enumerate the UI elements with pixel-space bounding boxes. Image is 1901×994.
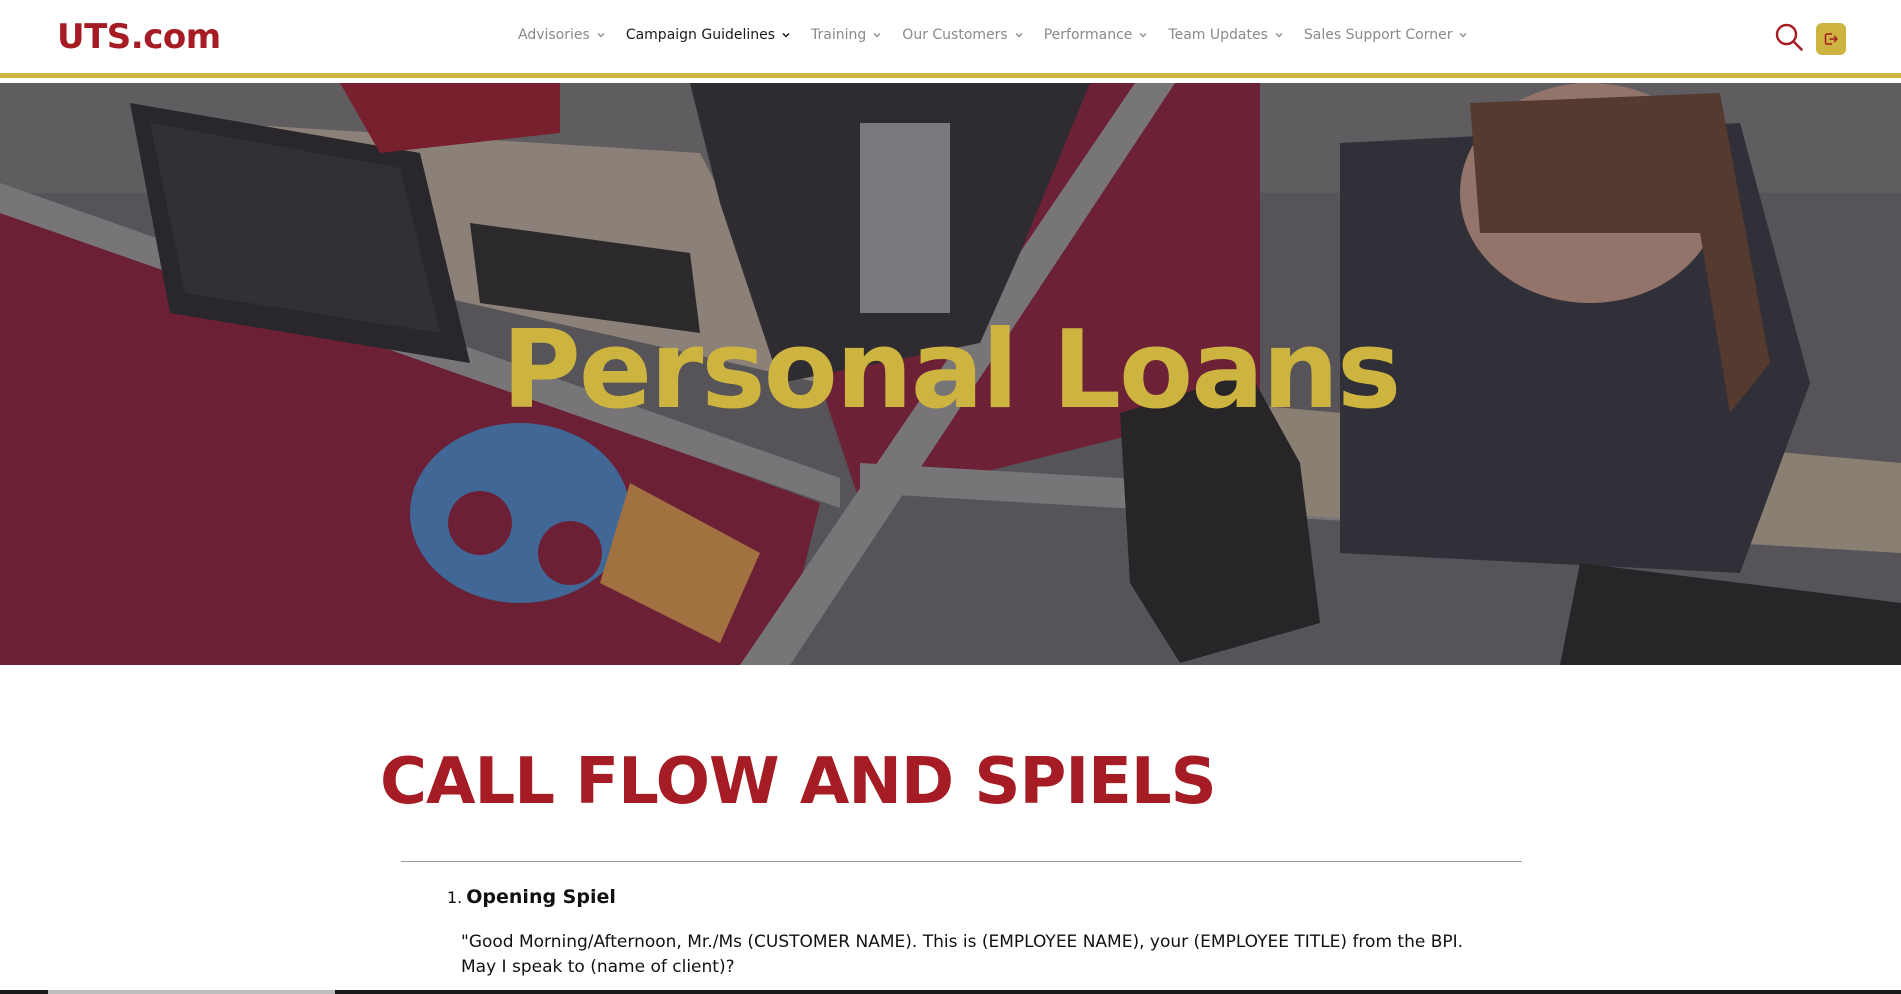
nav-campaign-guidelines-label: Campaign Guidelines <box>625 27 776 43</box>
logout-button[interactable] <box>1816 23 1846 55</box>
scrollbar-thumb[interactable] <box>48 990 335 994</box>
chevron-down-icon <box>1139 33 1147 38</box>
chevron-down-icon <box>1015 33 1023 38</box>
search-button[interactable] <box>1774 22 1804 52</box>
hero-banner: Personal Loans <box>0 83 1901 665</box>
step-text: "Good Morning/Afternoon, Mr./Ms (CUSTOME… <box>461 932 1464 977</box>
nav-team-updates[interactable]: Team Updates <box>1168 27 1283 43</box>
nav-our-customers-label: Our Customers <box>902 27 1008 43</box>
main-nav: Advisories Campaign Guidelines Training … <box>518 27 1488 43</box>
nav-performance-label: Performance <box>1043 27 1133 43</box>
nav-training-label: Training <box>811 27 867 43</box>
horizontal-scrollbar[interactable] <box>0 990 1901 994</box>
chevron-down-icon <box>873 33 881 38</box>
section-divider <box>401 861 1522 862</box>
logout-icon <box>1824 33 1838 45</box>
nav-campaign-guidelines[interactable]: Campaign Guidelines <box>626 27 791 43</box>
chevron-down-icon <box>782 32 790 38</box>
nav-sales-support-corner-label: Sales Support Corner <box>1303 27 1453 43</box>
nav-sales-support-corner[interactable]: Sales Support Corner <box>1304 27 1469 43</box>
section-title: CALL FLOW AND SPIELS <box>380 745 1217 819</box>
nav-advisories[interactable]: Advisories <box>518 27 606 43</box>
search-icon <box>1775 23 1803 51</box>
site-logo[interactable]: UTS.com <box>57 17 221 57</box>
nav-team-updates-label: Team Updates <box>1168 27 1268 43</box>
list-item: 1. Opening Spiel <box>447 886 616 908</box>
step-title: Opening Spiel <box>466 886 616 908</box>
step-number: 1. <box>447 888 463 907</box>
nav-advisories-label: Advisories <box>518 27 590 43</box>
chevron-down-icon <box>1275 33 1283 38</box>
nav-training[interactable]: Training <box>811 27 882 43</box>
hero-title: Personal Loans <box>501 308 1402 433</box>
chevron-down-icon <box>597 33 605 38</box>
site-header: UTS.com Advisories Campaign Guidelines T… <box>0 0 1901 78</box>
chevron-down-icon <box>1460 33 1467 38</box>
nav-our-customers[interactable]: Our Customers <box>902 27 1023 43</box>
nav-performance[interactable]: Performance <box>1044 27 1149 43</box>
